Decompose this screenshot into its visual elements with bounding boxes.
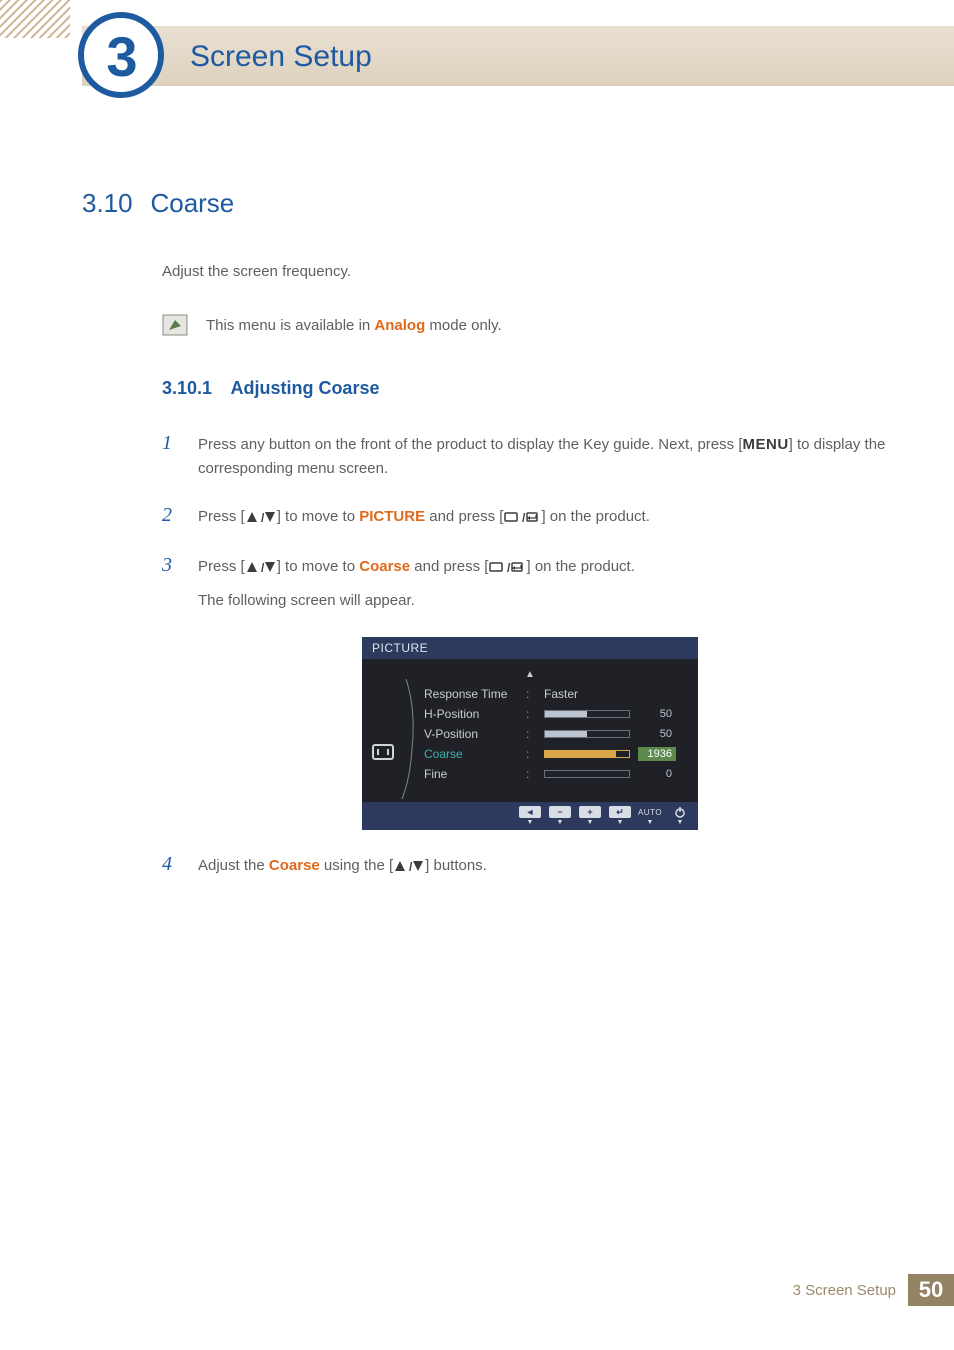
osd-row-label: Fine (424, 767, 516, 781)
step-4-text-c: ] buttons. (425, 857, 487, 874)
step-2: 2 Press [ / ] to move to PICTURE and press… (162, 499, 890, 531)
osd-slider (544, 750, 630, 758)
up-down-arrow-icon: / (245, 558, 277, 575)
osd-row-label: Coarse (424, 747, 516, 761)
step-4-text-b: using the [ (320, 857, 393, 874)
step-4-text-a: Adjust the (198, 857, 269, 874)
step-2-text-d: ] on the product. (541, 508, 649, 525)
step-number: 3 (162, 549, 180, 581)
corner-hatching (0, 0, 70, 38)
note-row: This menu is available in Analog mode on… (162, 314, 890, 336)
step-number: 1 (162, 427, 180, 459)
source-enter-icon: / (488, 558, 526, 575)
osd-screenshot: PICTURE ▲ Response Time : Faster H-Posit… (362, 637, 698, 830)
osd-plus-icon: +▼ (578, 806, 602, 826)
step-3-target: Coarse (359, 558, 410, 575)
osd-slider (544, 710, 630, 718)
up-down-arrow-icon: / (245, 508, 277, 525)
step-1-text-a: Press any button on the front of the pro… (198, 436, 742, 453)
step-3-followup: The following screen will appear. (198, 589, 890, 613)
section-title: Coarse (150, 188, 234, 218)
osd-row-value: 0 (638, 768, 672, 780)
section-heading: 3.10 Coarse (82, 188, 890, 219)
step-4-target: Coarse (269, 857, 320, 874)
step-3-text-b: ] to move to (277, 558, 360, 575)
osd-slider (544, 770, 630, 778)
svg-text:/: / (261, 511, 265, 524)
chapter-number-badge: 3 (78, 12, 164, 98)
step-4: 4 Adjust the Coarse using the [ / ] button… (162, 848, 890, 880)
osd-row-value: Faster (544, 687, 578, 701)
svg-text:/: / (261, 561, 265, 574)
step-2-text-c: and press [ (425, 508, 503, 525)
osd-row-label: V-Position (424, 727, 516, 741)
step-number: 4 (162, 848, 180, 880)
page-footer: 3 Screen Setup 50 (82, 1274, 954, 1306)
step-3-text-a: Press [ (198, 558, 245, 575)
osd-minus-icon: −▼ (548, 806, 572, 826)
osd-row-value: 50 (638, 728, 672, 740)
step-3-text-c: and press [ (410, 558, 488, 575)
osd-title: PICTURE (362, 637, 698, 659)
osd-power-icon: ▼ (668, 806, 692, 826)
step-number: 2 (162, 499, 180, 531)
step-3-text-d: ] on the product. (526, 558, 634, 575)
osd-auto-icon: AUTO▼ (638, 806, 662, 826)
step-2-text-a: Press [ (198, 508, 245, 525)
osd-footer: ◄▼ −▼ +▼ ↵▼ AUTO▼ ▼ (362, 802, 698, 830)
osd-decorative-curve (400, 679, 420, 799)
osd-row-value: 50 (638, 708, 672, 720)
osd-row-label: H-Position (424, 707, 516, 721)
subsection-number: 3.10.1 (162, 378, 226, 399)
osd-enter-icon: ↵▼ (608, 806, 632, 826)
note-text-prefix: This menu is available in (206, 317, 374, 334)
up-down-arrow-icon: / (393, 857, 425, 874)
note-icon (162, 314, 188, 336)
step-2-target: PICTURE (359, 508, 425, 525)
chapter-title: Screen Setup (190, 40, 372, 74)
subsection-title: Adjusting Coarse (230, 378, 379, 398)
footer-page-number: 50 (908, 1274, 954, 1306)
osd-category-icon (372, 744, 394, 760)
source-enter-icon: / (503, 508, 541, 525)
step-1: 1 Press any button on the front of the p… (162, 427, 890, 481)
section-number: 3.10 (82, 188, 146, 219)
svg-text:3: 3 (106, 25, 137, 88)
note-mode: Analog (374, 317, 425, 334)
osd-slider (544, 730, 630, 738)
step-3: 3 Press [ / ] to move to Coarse and press … (162, 549, 890, 613)
osd-back-icon: ◄▼ (518, 806, 542, 826)
section-intro: Adjust the screen frequency. (162, 263, 890, 280)
subsection-heading: 3.10.1 Adjusting Coarse (162, 378, 890, 399)
step-2-text-b: ] to move to (277, 508, 360, 525)
svg-text:/: / (409, 860, 413, 873)
note-text-suffix: mode only. (425, 317, 501, 334)
osd-row-label: Response Time (424, 687, 516, 701)
svg-text:/: / (507, 561, 511, 574)
osd-row-value: 1936 (638, 747, 676, 761)
menu-button-label: MENU (742, 436, 788, 453)
svg-text:/: / (522, 511, 526, 524)
footer-chapter-label: 3 Screen Setup (793, 1282, 896, 1299)
